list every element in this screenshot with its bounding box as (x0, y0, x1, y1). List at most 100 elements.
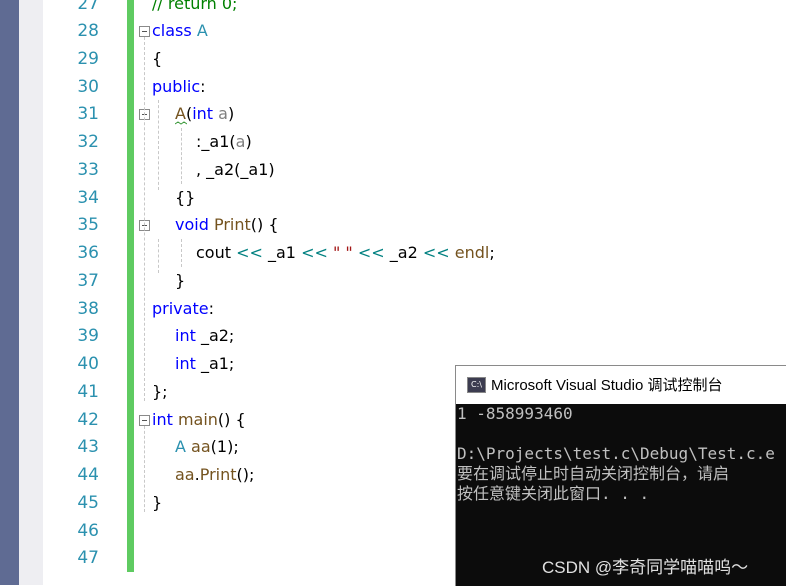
line-number: 29 (77, 49, 99, 69)
variable-name: aa (175, 465, 195, 484)
keyword-void: void (175, 215, 209, 234)
line-number: 47 (77, 548, 99, 568)
stream-operator: << (357, 243, 385, 262)
debug-console-window[interactable]: C:\ Microsoft Visual Studio 调试控制台 1 -858… (455, 365, 786, 586)
line-number: 36 (77, 243, 99, 263)
signature-rest: () { (250, 215, 279, 234)
collapse-class-icon[interactable] (139, 26, 150, 37)
line-number: 44 (77, 465, 99, 485)
keyword-private: private (152, 299, 209, 318)
line-number: 35 (77, 215, 99, 235)
semicolon: ; (489, 243, 495, 262)
console-app-icon: C:\ (467, 377, 486, 393)
keyword-public: public (152, 77, 201, 96)
line-number: 43 (77, 437, 99, 457)
line-number: 28 (77, 21, 99, 41)
indent-guide (181, 239, 182, 267)
initializer-text: , _a2(_a1) (196, 160, 275, 179)
code-line-27[interactable]: // return 0; (152, 0, 237, 18)
line-number: 31 (77, 104, 99, 124)
console-output-line: 1 -858993460 (457, 404, 573, 423)
line-number: 45 (77, 493, 99, 513)
line-number: 27 (77, 0, 99, 14)
close-brace: } (152, 493, 163, 512)
indent-guide (158, 100, 159, 190)
warning-squiggle[interactable] (175, 121, 187, 125)
outline-guide-main (144, 426, 145, 512)
watermark-text: CSDN @李奇同学喵喵呜～ (542, 558, 749, 577)
line-number: 32 (77, 132, 99, 152)
activity-bar (0, 0, 19, 585)
editor-margin (19, 0, 43, 585)
code-line-41[interactable]: }; (152, 378, 168, 406)
keyword-int: int (175, 354, 196, 373)
console-output-line: 要在调试停止时自动关闭控制台，请启 (457, 464, 730, 483)
paren: ) (245, 132, 252, 151)
stream-operator: << (301, 243, 328, 262)
comment-text: // return 0; (152, 0, 238, 13)
class-name: A (196, 21, 208, 40)
stream-operator: << (236, 243, 263, 262)
code-line-36[interactable]: cout << _a1 << " " << _a2 << endl; (196, 239, 495, 267)
member-a2: _a2 (384, 243, 423, 262)
indent-guide (158, 239, 159, 273)
console-output-line: D:\Projects\test.c\Debug\Test.c.e (457, 444, 775, 463)
code-line-29[interactable]: { (152, 45, 162, 73)
class-end: }; (152, 382, 168, 401)
code-line-37[interactable]: } (175, 267, 185, 295)
line-number: 37 (77, 271, 99, 291)
code-line-44[interactable]: aa.Print(); (175, 461, 254, 489)
parameter-name: a (218, 104, 228, 123)
console-output-line: 按任意键关闭此窗口. . . (457, 484, 650, 503)
signature-rest: () { (217, 410, 246, 429)
line-number: 39 (77, 326, 99, 346)
code-line-28[interactable]: class A (152, 17, 208, 45)
line-number: 42 (77, 410, 99, 430)
open-brace: { (152, 49, 163, 68)
code-line-43[interactable]: A aa(1); (175, 433, 239, 461)
line-number: 33 (77, 160, 99, 180)
line-number: 30 (77, 77, 99, 97)
console-title: Microsoft Visual Studio 调试控制台 (491, 377, 723, 394)
collapse-main-icon[interactable] (139, 415, 150, 426)
endl-identifier: endl (449, 243, 490, 262)
member-decl: _a2; (195, 326, 235, 345)
line-number: 41 (77, 382, 99, 402)
function-name: Print (213, 215, 251, 234)
code-line-38[interactable]: private: (152, 295, 214, 323)
colon: : (208, 299, 214, 318)
indent-guide (181, 128, 182, 184)
code-line-33[interactable]: , _a2(_a1) (196, 156, 275, 184)
empty-body: {} (175, 188, 196, 207)
call-rest: (); (236, 465, 255, 484)
string-literal: " " (327, 243, 358, 262)
function-name: Print (199, 465, 237, 484)
function-name: main (172, 410, 218, 429)
code-line-40[interactable]: int _a1; (175, 350, 234, 378)
parameter-name: a (235, 132, 246, 151)
keyword-int: int (192, 104, 214, 123)
keyword-int: int (152, 410, 173, 429)
colon: : (200, 77, 206, 96)
code-line-32[interactable]: :_a1(a) (196, 128, 252, 156)
close-brace: } (175, 271, 186, 290)
keyword-class: class (152, 21, 192, 40)
cout-identifier: cout (196, 243, 237, 262)
code-line-42[interactable]: int main() { (152, 406, 246, 434)
variable-name: aa (185, 437, 211, 456)
code-line-39[interactable]: int _a2; (175, 322, 234, 350)
code-line-35[interactable]: void Print() { (175, 211, 279, 239)
code-line-30[interactable]: public: (152, 73, 206, 101)
initializer-start: :_a1( (196, 132, 236, 151)
code-line-45[interactable]: } (152, 489, 162, 517)
line-number: 40 (77, 354, 99, 374)
outline-guide-class (144, 37, 145, 401)
console-titlebar[interactable]: C:\ Microsoft Visual Studio 调试控制台 (456, 366, 786, 404)
constructor-args: (1); (210, 437, 239, 456)
line-number: 46 (77, 521, 99, 541)
code-line-34[interactable]: {} (175, 184, 195, 212)
member-a1: _a1 (262, 243, 302, 262)
change-tracking-bar (127, 0, 134, 572)
paren: ) (227, 104, 235, 123)
stream-operator: << (422, 243, 450, 262)
